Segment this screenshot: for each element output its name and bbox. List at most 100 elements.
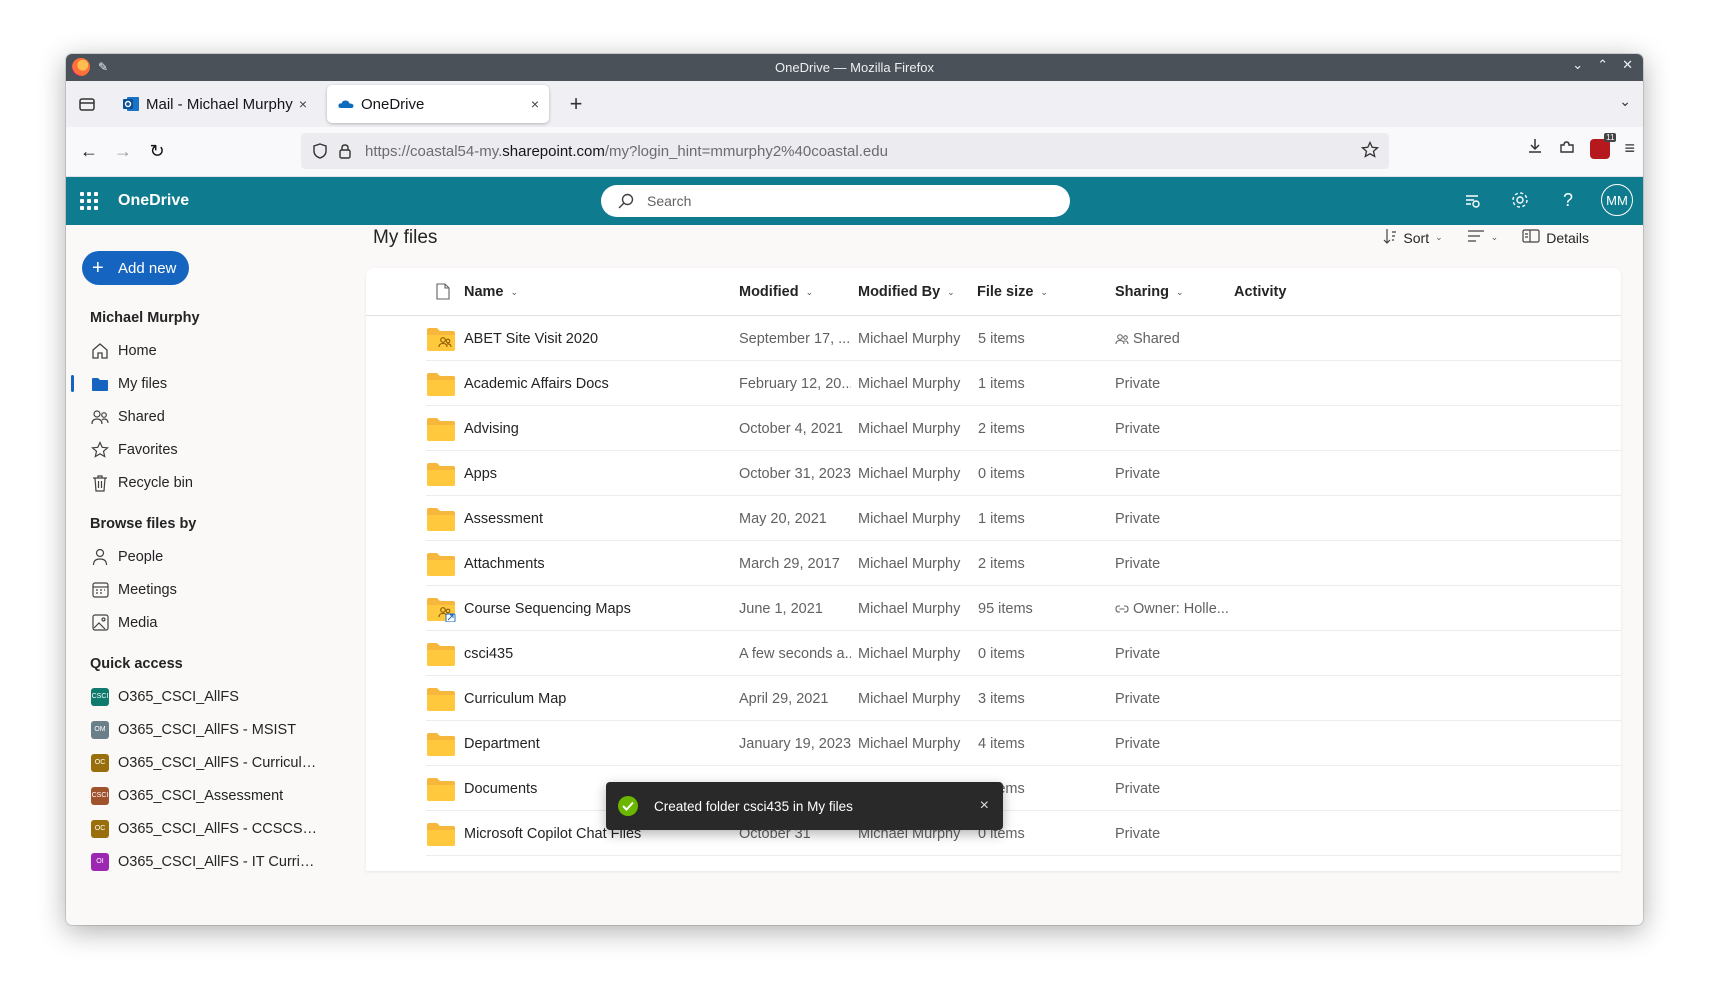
close-window-icon[interactable]: ✕ <box>1622 57 1633 73</box>
extensions-icon[interactable] <box>1558 137 1576 160</box>
folder-icon <box>426 416 456 442</box>
sharing-status[interactable]: Private <box>1115 406 1235 451</box>
help-icon[interactable]: ? <box>1553 185 1583 215</box>
avatar[interactable]: MM <box>1601 184 1633 216</box>
sharing-status[interactable]: Private <box>1115 496 1235 541</box>
sharing-status[interactable]: Private <box>1115 811 1235 856</box>
search-input[interactable]: Search <box>601 185 1070 217</box>
table-row[interactable]: Course Sequencing Maps June 1, 2021 Michae… <box>426 586 1621 631</box>
sharing-status[interactable]: Private <box>1115 676 1235 721</box>
table-row[interactable]: csci435 A few seconds a... Michael Murphy 0… <box>426 631 1621 676</box>
sharing-status[interactable]: Private <box>1115 361 1235 406</box>
app-launcher-icon[interactable] <box>80 192 98 210</box>
table-row[interactable]: Advising October 4, 2021 Michael Murphy 2 i… <box>426 406 1621 451</box>
lock-icon[interactable] <box>337 143 353 159</box>
modified-by[interactable]: Michael Murphy <box>858 721 970 766</box>
list-all-tabs-icon[interactable]: ⌄ <box>1619 93 1631 110</box>
forward-icon[interactable]: → <box>108 137 138 167</box>
modified-by[interactable]: Michael Murphy <box>858 496 970 541</box>
sharing-status[interactable]: Private <box>1115 451 1235 496</box>
table-row[interactable]: Academic Affairs Docs February 12, 20... M… <box>426 361 1621 406</box>
sidebar-item-people[interactable]: People <box>82 540 362 573</box>
premium-diamond-icon[interactable] <box>1457 185 1487 215</box>
quick-access-item[interactable]: OM O365_CSCI_AllFS - MSIST <box>82 713 362 746</box>
modified-by[interactable]: Michael Murphy <box>858 406 970 451</box>
quick-access-item[interactable]: OI O365_CSCI_AllFS - IT Curricu... <box>82 845 362 878</box>
sharing-status[interactable]: Private <box>1115 766 1235 811</box>
modified-by[interactable]: Michael Murphy <box>858 676 970 721</box>
quick-access-item[interactable]: OC O365_CSCI_AllFS - Curriculu... <box>82 746 362 779</box>
table-row[interactable]: Assessment May 20, 2021 Michael Murphy 1 it… <box>426 496 1621 541</box>
modified-by[interactable]: Michael Murphy <box>858 631 970 676</box>
reload-icon[interactable]: ↻ <box>142 137 172 167</box>
tab-close-icon[interactable]: × <box>299 96 307 112</box>
sharing-status[interactable]: Private <box>1115 541 1235 586</box>
minimize-icon[interactable]: ⌄ <box>1572 57 1583 73</box>
sharing-status[interactable]: Shared <box>1115 316 1235 361</box>
file-name[interactable]: Department <box>464 721 724 766</box>
modified-by[interactable]: Michael Murphy <box>858 541 970 586</box>
add-new-button[interactable]: + Add new <box>82 251 189 285</box>
bookmark-star-icon[interactable] <box>1360 140 1380 163</box>
file-name[interactable]: Assessment <box>464 496 724 541</box>
modified-by[interactable]: Michael Murphy <box>858 361 970 406</box>
file-name[interactable]: Academic Affairs Docs <box>464 361 724 406</box>
tab-mail[interactable]: Mail - Michael Murphy × <box>112 85 317 123</box>
url-bar[interactable]: https://coastal54-my.sharepoint.com/my?l… <box>301 133 1389 169</box>
menu-icon[interactable]: ≡ <box>1624 138 1635 159</box>
ublock-extension-icon[interactable]: 11 <box>1590 132 1617 159</box>
sidebar-item-recycle-bin[interactable]: Recycle bin <box>82 466 362 499</box>
table-row[interactable]: Attachments March 29, 2017 Michael Murphy 2… <box>426 541 1621 586</box>
sort-button[interactable]: Sort ⌄ <box>1383 228 1443 247</box>
column-header-activity[interactable]: Activity <box>1234 268 1286 316</box>
sidebar-item-favorites[interactable]: Favorites <box>82 433 362 466</box>
app-title[interactable]: OneDrive <box>118 192 189 210</box>
column-header-file-size[interactable]: File size ⌄ <box>977 268 1048 316</box>
downloads-icon[interactable] <box>1526 137 1544 160</box>
tab-onedrive[interactable]: OneDrive × <box>327 85 549 123</box>
table-row[interactable]: ABET Site Visit 2020 September 17, ... Mic… <box>426 316 1621 361</box>
file-name[interactable]: Attachments <box>464 541 724 586</box>
column-header-modified[interactable]: Modified ⌄ <box>739 268 813 316</box>
maximize-icon[interactable]: ⌃ <box>1597 57 1608 73</box>
url-text[interactable]: https://coastal54-my.sharepoint.com/my?l… <box>365 143 888 160</box>
file-name[interactable]: Apps <box>464 451 724 496</box>
file-name[interactable]: Advising <box>464 406 724 451</box>
quick-access-item[interactable]: CSCI O365_CSCI_AllFS <box>82 680 362 713</box>
file-type-icon[interactable] <box>436 283 450 304</box>
tab-overview-button[interactable] <box>74 91 100 117</box>
sharing-status[interactable]: Owner: Holle... <box>1115 586 1235 631</box>
file-name[interactable]: csci435 <box>464 631 724 676</box>
sidebar-item-media[interactable]: Media <box>82 606 362 639</box>
table-row[interactable]: Apps October 31, 2023 Michael Murphy 0 item… <box>426 451 1621 496</box>
file-name[interactable]: ABET Site Visit 2020 <box>464 316 724 361</box>
file-name[interactable]: Curriculum Map <box>464 676 724 721</box>
new-tab-button[interactable]: + <box>563 91 589 117</box>
table-row[interactable]: Department January 19, 2023 Michael Murphy… <box>426 721 1621 766</box>
add-new-label: Add new <box>118 259 177 277</box>
column-header-modified-by[interactable]: Modified By ⌄ <box>858 268 955 316</box>
file-name[interactable]: Course Sequencing Maps <box>464 586 724 631</box>
modified-by[interactable]: Michael Murphy <box>858 316 970 361</box>
back-icon[interactable]: ← <box>74 137 104 167</box>
sharing-status[interactable]: Private <box>1115 631 1235 676</box>
pin-icon[interactable]: ✎ <box>98 60 108 74</box>
tracking-shield-icon[interactable] <box>311 143 329 159</box>
view-options-button[interactable]: ⌄ <box>1467 229 1498 246</box>
quick-access-item[interactable]: CSCI O365_CSCI_Assessment <box>82 779 362 812</box>
table-row[interactable]: Curriculum Map April 29, 2021 Michael Murp… <box>426 676 1621 721</box>
toast-close-icon[interactable]: × <box>980 797 989 815</box>
sidebar-item-shared[interactable]: Shared <box>82 400 362 433</box>
settings-gear-icon[interactable] <box>1505 185 1535 215</box>
details-button[interactable]: Details <box>1522 229 1589 246</box>
column-header-name[interactable]: Name ⌄ <box>464 268 518 316</box>
modified-by[interactable]: Michael Murphy <box>858 451 970 496</box>
column-header-sharing[interactable]: Sharing ⌄ <box>1115 268 1184 316</box>
sidebar-item-home[interactable]: Home <box>82 334 362 367</box>
sidebar-item-meetings[interactable]: Meetings <box>82 573 362 606</box>
tab-close-icon[interactable]: × <box>531 96 539 112</box>
modified-by[interactable]: Michael Murphy <box>858 586 970 631</box>
quick-access-item[interactable]: OC O365_CSCI_AllFS - CCSCSE2... <box>82 812 362 845</box>
sidebar-item-my-files[interactable]: My files <box>71 367 362 400</box>
sharing-status[interactable]: Private <box>1115 721 1235 766</box>
